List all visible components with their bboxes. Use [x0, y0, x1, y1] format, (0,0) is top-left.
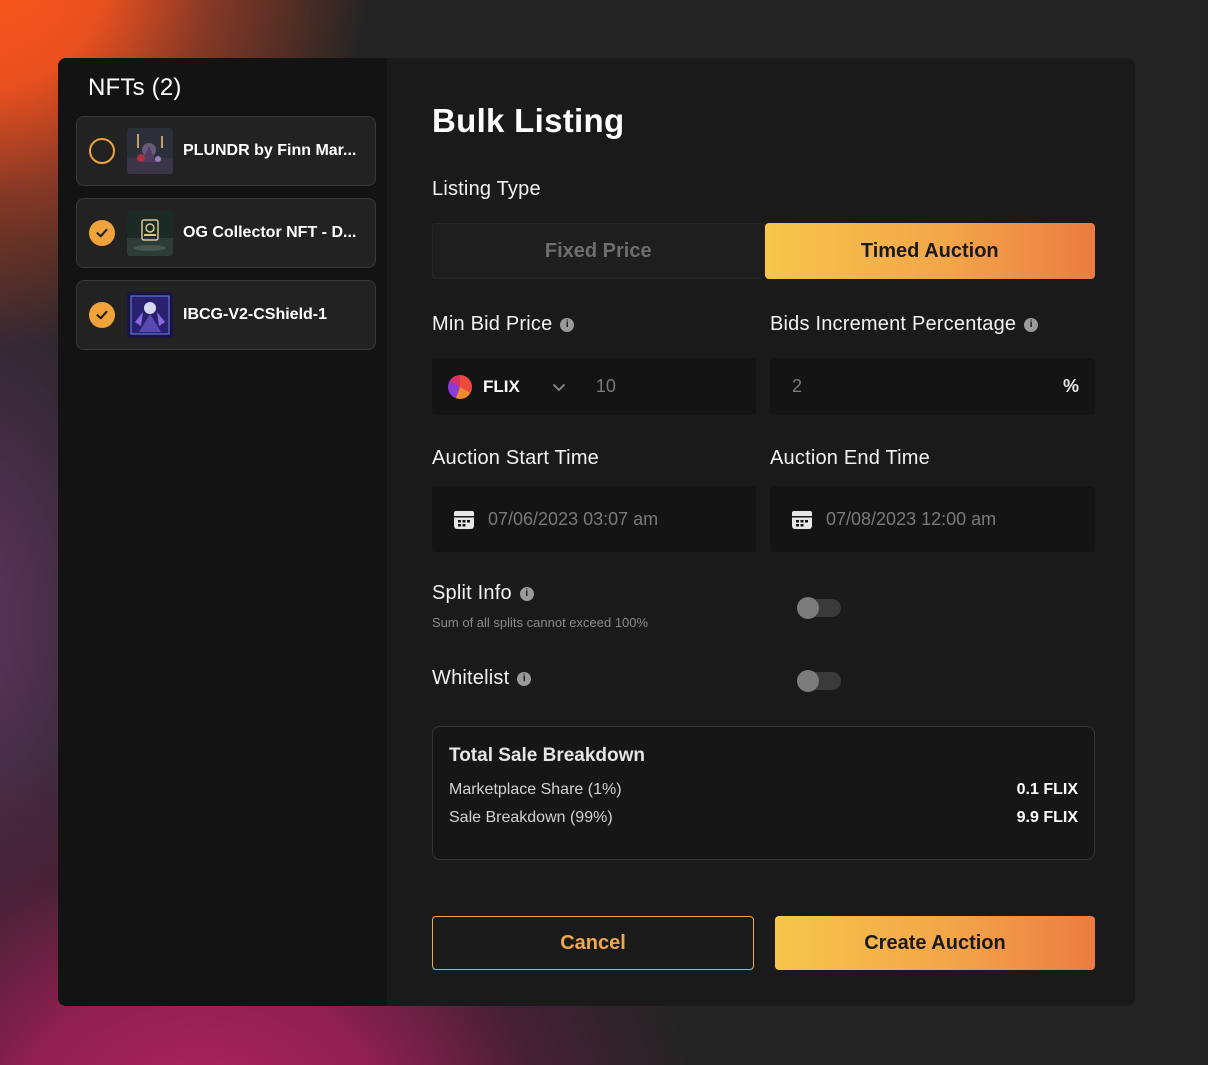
page-title: Bulk Listing: [432, 102, 625, 139]
nft-name: IBCG-V2-CShield-1: [183, 306, 328, 323]
tab-timed-auction[interactable]: Timed Auction: [764, 223, 1095, 279]
min-bid-field: FLIX 10: [432, 358, 756, 415]
breakdown-row: Sale Breakdown (99%) 9.9 FLIX: [449, 809, 1078, 827]
whitelist-label: Whitelist i: [432, 667, 532, 690]
toggle-knob: [797, 670, 819, 692]
nft-sidebar: NFTs (2) PLUNDR by Finn Mar... OG Collec…: [58, 58, 387, 1006]
end-time-label: Auction End Time: [770, 447, 930, 469]
split-info-label: Split Info i: [432, 582, 852, 605]
tab-fixed-price[interactable]: Fixed Price: [432, 223, 765, 279]
split-info-section: Split Info i Sum of all splits cannot ex…: [432, 582, 852, 630]
flix-token-icon: [448, 374, 472, 399]
calendar-icon: [792, 511, 812, 529]
nft-item-og-collector[interactable]: OG Collector NFT - D...: [76, 198, 376, 268]
start-time-value: 07/06/2023 03:07 am: [488, 508, 659, 529]
end-time-value: 07/08/2023 12:00 am: [826, 508, 997, 529]
token-symbol: FLIX: [483, 376, 520, 396]
create-auction-button[interactable]: Create Auction: [775, 916, 1095, 970]
breakdown-title: Total Sale Breakdown: [449, 745, 646, 766]
token-selector[interactable]: FLIX: [448, 374, 566, 399]
toggle-knob: [797, 597, 819, 619]
nft-item-ibcg[interactable]: IBCG-V2-CShield-1: [76, 280, 376, 350]
bids-increment-label-text: Bids Increment Percentage: [770, 313, 1017, 335]
nft-name: PLUNDR by Finn Mar...: [183, 142, 357, 159]
info-icon[interactable]: i: [519, 586, 534, 601]
unchecked-circle-icon[interactable]: [89, 138, 115, 164]
split-info-hint: Sum of all splits cannot exceed 100%: [432, 615, 649, 630]
listing-type-label: Listing Type: [432, 178, 541, 200]
nft-thumbnail: [127, 210, 173, 256]
breakdown-label: Sale Breakdown (99%): [449, 809, 613, 826]
min-bid-label-text: Min Bid Price: [432, 313, 553, 335]
sidebar-title: NFTs (2): [88, 74, 182, 101]
whitelist-toggle[interactable]: [797, 670, 841, 692]
checked-circle-icon[interactable]: [89, 220, 115, 246]
split-info-toggle[interactable]: [797, 597, 841, 619]
start-time-label: Auction Start Time: [432, 447, 599, 469]
breakdown-value: 9.9 FLIX: [1016, 809, 1078, 826]
info-icon[interactable]: i: [1024, 317, 1039, 332]
bids-increment-input[interactable]: 2: [792, 376, 802, 397]
bids-increment-label: Bids Increment Percentage i: [770, 313, 1095, 336]
min-bid-input[interactable]: 10: [596, 376, 616, 397]
chevron-down-icon: [552, 383, 565, 391]
split-info-label-text: Split Info: [432, 582, 512, 604]
nft-item-plundr[interactable]: PLUNDR by Finn Mar...: [76, 116, 376, 186]
listing-type-tabs: Fixed Price Timed Auction: [432, 223, 1095, 279]
sale-breakdown-card: Total Sale Breakdown Marketplace Share (…: [432, 726, 1095, 860]
nft-thumbnail: [127, 128, 173, 174]
percent-unit: %: [1062, 376, 1079, 396]
breakdown-value: 0.1 FLIX: [1016, 781, 1078, 798]
checked-circle-icon[interactable]: [89, 302, 115, 328]
bulk-listing-modal: NFTs (2) PLUNDR by Finn Mar... OG Collec…: [58, 58, 1135, 1006]
cancel-button[interactable]: Cancel: [432, 916, 754, 970]
listing-form: Bulk Listing Listing Type Fixed Price Ti…: [387, 58, 1135, 1006]
breakdown-row: Marketplace Share (1%) 0.1 FLIX: [449, 781, 1078, 799]
min-bid-label: Min Bid Price i: [432, 313, 756, 336]
info-icon[interactable]: i: [560, 317, 575, 332]
bids-increment-field: 2 %: [770, 358, 1095, 415]
calendar-icon: [454, 511, 474, 529]
info-icon[interactable]: i: [517, 671, 532, 686]
whitelist-label-text: Whitelist: [432, 667, 510, 689]
end-time-field[interactable]: 07/08/2023 12:00 am: [770, 486, 1095, 552]
nft-name: OG Collector NFT - D...: [183, 224, 357, 241]
nft-thumbnail: [127, 292, 173, 338]
start-time-field[interactable]: 07/06/2023 03:07 am: [432, 486, 756, 552]
breakdown-label: Marketplace Share (1%): [449, 781, 622, 798]
